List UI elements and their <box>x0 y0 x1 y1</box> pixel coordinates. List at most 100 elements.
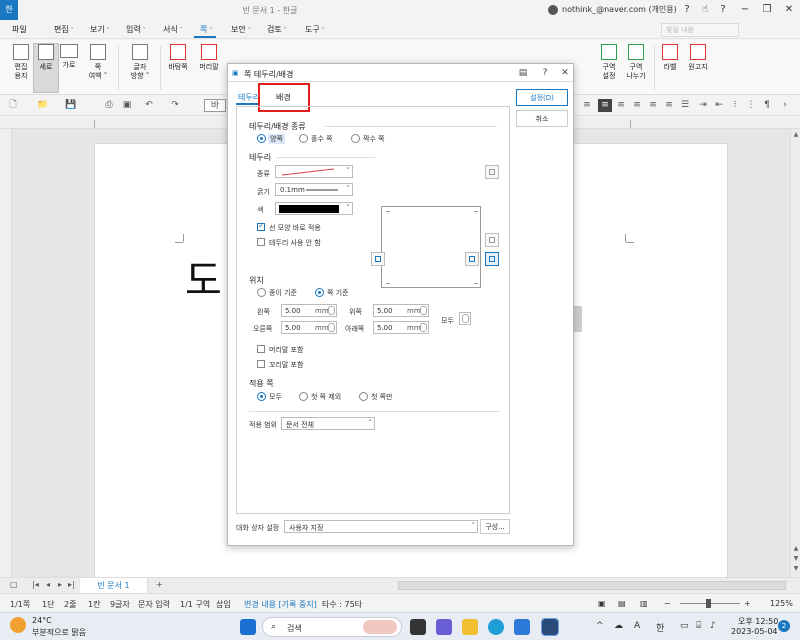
align-right-icon[interactable]: ≡ <box>614 99 628 112</box>
ribbon-portrait[interactable]: 세로 <box>33 43 59 93</box>
radio-even-pages[interactable] <box>351 134 360 143</box>
task-view-icon[interactable] <box>410 619 426 635</box>
clock-time[interactable]: 오후 12:50 <box>738 616 778 627</box>
style-combo[interactable]: 바 <box>204 99 226 112</box>
radio-apply-all-label[interactable]: 모두 <box>269 392 282 402</box>
view-page-icon[interactable]: ▤ <box>618 599 626 608</box>
radio-page-based[interactable] <box>315 288 324 297</box>
dialog-settings-combo[interactable]: 사용자 지정 ˅ <box>284 520 478 533</box>
tray-expand-icon[interactable]: ^ <box>596 621 604 631</box>
checkbox-include-footer[interactable] <box>257 360 265 368</box>
hand-icon[interactable]: ☝ <box>698 3 712 17</box>
radio-paper-based[interactable] <box>257 288 266 297</box>
menu-edit[interactable]: 편집 ˅ <box>54 24 74 35</box>
print-icon[interactable]: ⎙ <box>102 99 116 112</box>
spinner-arrows-icon[interactable] <box>462 314 469 323</box>
menu-format[interactable]: 서식 ˅ <box>163 24 183 35</box>
minimize-button[interactable]: − <box>734 2 756 18</box>
menu-insert[interactable]: 입력 ˅ <box>126 24 146 35</box>
ribbon-landscape[interactable]: 가로 <box>58 44 80 70</box>
status-insert[interactable]: 삽입 <box>216 599 231 610</box>
ribbon-page-setup[interactable]: 편집 용지 <box>8 44 34 81</box>
store-icon[interactable] <box>514 619 530 635</box>
save-icon[interactable]: 💾 <box>64 99 78 112</box>
volume-icon[interactable]: ♪ <box>710 621 716 631</box>
weather-temperature[interactable]: 24°C <box>32 616 52 625</box>
checkbox-apply-shape[interactable] <box>257 221 265 231</box>
hwp-taskbar-icon[interactable] <box>541 618 559 636</box>
weather-description[interactable]: 부분적으로 맑음 <box>32 627 86 638</box>
indent-icon[interactable]: ⇥ <box>696 99 710 112</box>
checkbox-no-border-label[interactable]: 테두리 사용 안 함 <box>269 238 321 248</box>
first-tab-icon[interactable]: |◂ <box>32 580 39 589</box>
menu-review[interactable]: 검토 ˅ <box>267 24 287 35</box>
radio-both-pages-label[interactable]: 양쪽 <box>268 134 285 144</box>
file-explorer-icon[interactable] <box>462 619 478 635</box>
align-left-icon[interactable]: ≡ <box>598 99 612 112</box>
checkbox-include-header-label[interactable]: 머리말 포함 <box>269 345 303 355</box>
spinner-arrows-icon[interactable] <box>420 306 427 315</box>
notification-badge[interactable]: 2 <box>778 620 790 632</box>
spinner-arrows-icon[interactable] <box>328 306 335 315</box>
border-right-button[interactable] <box>465 252 479 266</box>
all-margin-spinner[interactable] <box>459 312 471 325</box>
zoom-in-icon[interactable]: + <box>744 599 751 608</box>
radio-first-only-label[interactable]: 첫 쪽만 <box>371 392 393 402</box>
ribbon-margin[interactable]: 쪽 여백 ˅ <box>84 44 112 81</box>
status-track-changes[interactable]: 변경 내용 [기록 중지] <box>244 599 317 610</box>
close-button[interactable]: ✕ <box>778 2 800 18</box>
display-icon[interactable]: ▭ <box>680 621 689 631</box>
redo-icon[interactable]: ↷ <box>168 99 182 112</box>
open-folder-icon[interactable]: 📁 <box>36 99 50 112</box>
spinner-arrows-icon[interactable] <box>328 323 335 332</box>
tab-border[interactable]: 테두리 <box>238 92 260 103</box>
ribbon-text-direction[interactable]: 글자 방향 ˅ <box>124 44 156 81</box>
view-web-icon[interactable]: ▥ <box>640 599 648 608</box>
scroll-up-icon[interactable]: ▲ <box>792 131 800 138</box>
weather-icon[interactable] <box>10 617 26 633</box>
dialog-close-icon[interactable]: ✕ <box>558 67 572 79</box>
radio-both-pages[interactable] <box>257 134 266 143</box>
onedrive-icon[interactable]: ☁ <box>614 621 623 631</box>
spinner-arrows-icon[interactable] <box>420 323 427 332</box>
thickness-combo[interactable]: 0.1mm ˅ <box>275 183 353 196</box>
next-tab-icon[interactable]: ▸ <box>58 580 62 589</box>
radio-first-only[interactable] <box>359 392 368 401</box>
teams-chat-icon[interactable] <box>436 619 452 635</box>
start-icon[interactable] <box>240 619 256 635</box>
undo-icon[interactable]: ↶ <box>142 99 156 112</box>
restore-button[interactable]: ❐ <box>756 2 778 18</box>
more-icon[interactable]: › <box>778 99 792 112</box>
cancel-button[interactable]: 취소 <box>516 110 568 127</box>
scroll-down-icon[interactable]: ▼ <box>792 555 800 562</box>
checkbox-no-border[interactable] <box>257 238 265 246</box>
radio-page-based-label[interactable]: 쪽 기준 <box>327 288 349 298</box>
checkbox-include-footer-label[interactable]: 꼬리말 포함 <box>269 360 303 370</box>
radio-odd-pages-label[interactable]: 홀수 쪽 <box>311 134 333 144</box>
border-bottom-button[interactable] <box>485 233 499 247</box>
horizontal-scrollbar[interactable] <box>398 581 786 590</box>
line-type-combo[interactable]: ˅ <box>275 165 353 178</box>
menu-security[interactable]: 보안 ˅ <box>231 24 251 35</box>
menu-view[interactable]: 보기 ˅ <box>90 24 110 35</box>
help-icon[interactable]: ? <box>716 3 730 17</box>
ime-language[interactable]: 한 <box>656 621 664 634</box>
ime-mode[interactable]: A <box>634 621 640 631</box>
radio-paper-based-label[interactable]: 종이 기준 <box>269 288 297 298</box>
network-icon[interactable]: ⌸ <box>696 621 701 631</box>
configure-button[interactable]: 구성... <box>480 519 510 534</box>
align-distribute-icon[interactable]: ≡ <box>646 99 660 112</box>
document-text[interactable]: 도 <box>185 248 222 306</box>
account-info[interactable]: nothink_@naver.com (개인용) <box>548 4 677 15</box>
add-tab-button[interactable]: + <box>156 580 163 589</box>
view-normal-icon[interactable]: ▣ <box>598 599 606 608</box>
align-justify-icon[interactable]: ≡ <box>580 99 594 112</box>
vertical-ruler[interactable] <box>0 129 12 577</box>
border-left-button[interactable] <box>371 252 385 266</box>
zoom-level[interactable]: 125% <box>770 599 793 608</box>
radio-even-pages-label[interactable]: 짝수 쪽 <box>363 134 385 144</box>
color-combo[interactable]: ˅ <box>275 202 353 215</box>
outdent-icon[interactable]: ⇤ <box>712 99 726 112</box>
bottom-margin-spinner[interactable]: 5.00 mm <box>373 321 429 334</box>
search-input[interactable]: 찾을 내용 <box>661 23 739 37</box>
